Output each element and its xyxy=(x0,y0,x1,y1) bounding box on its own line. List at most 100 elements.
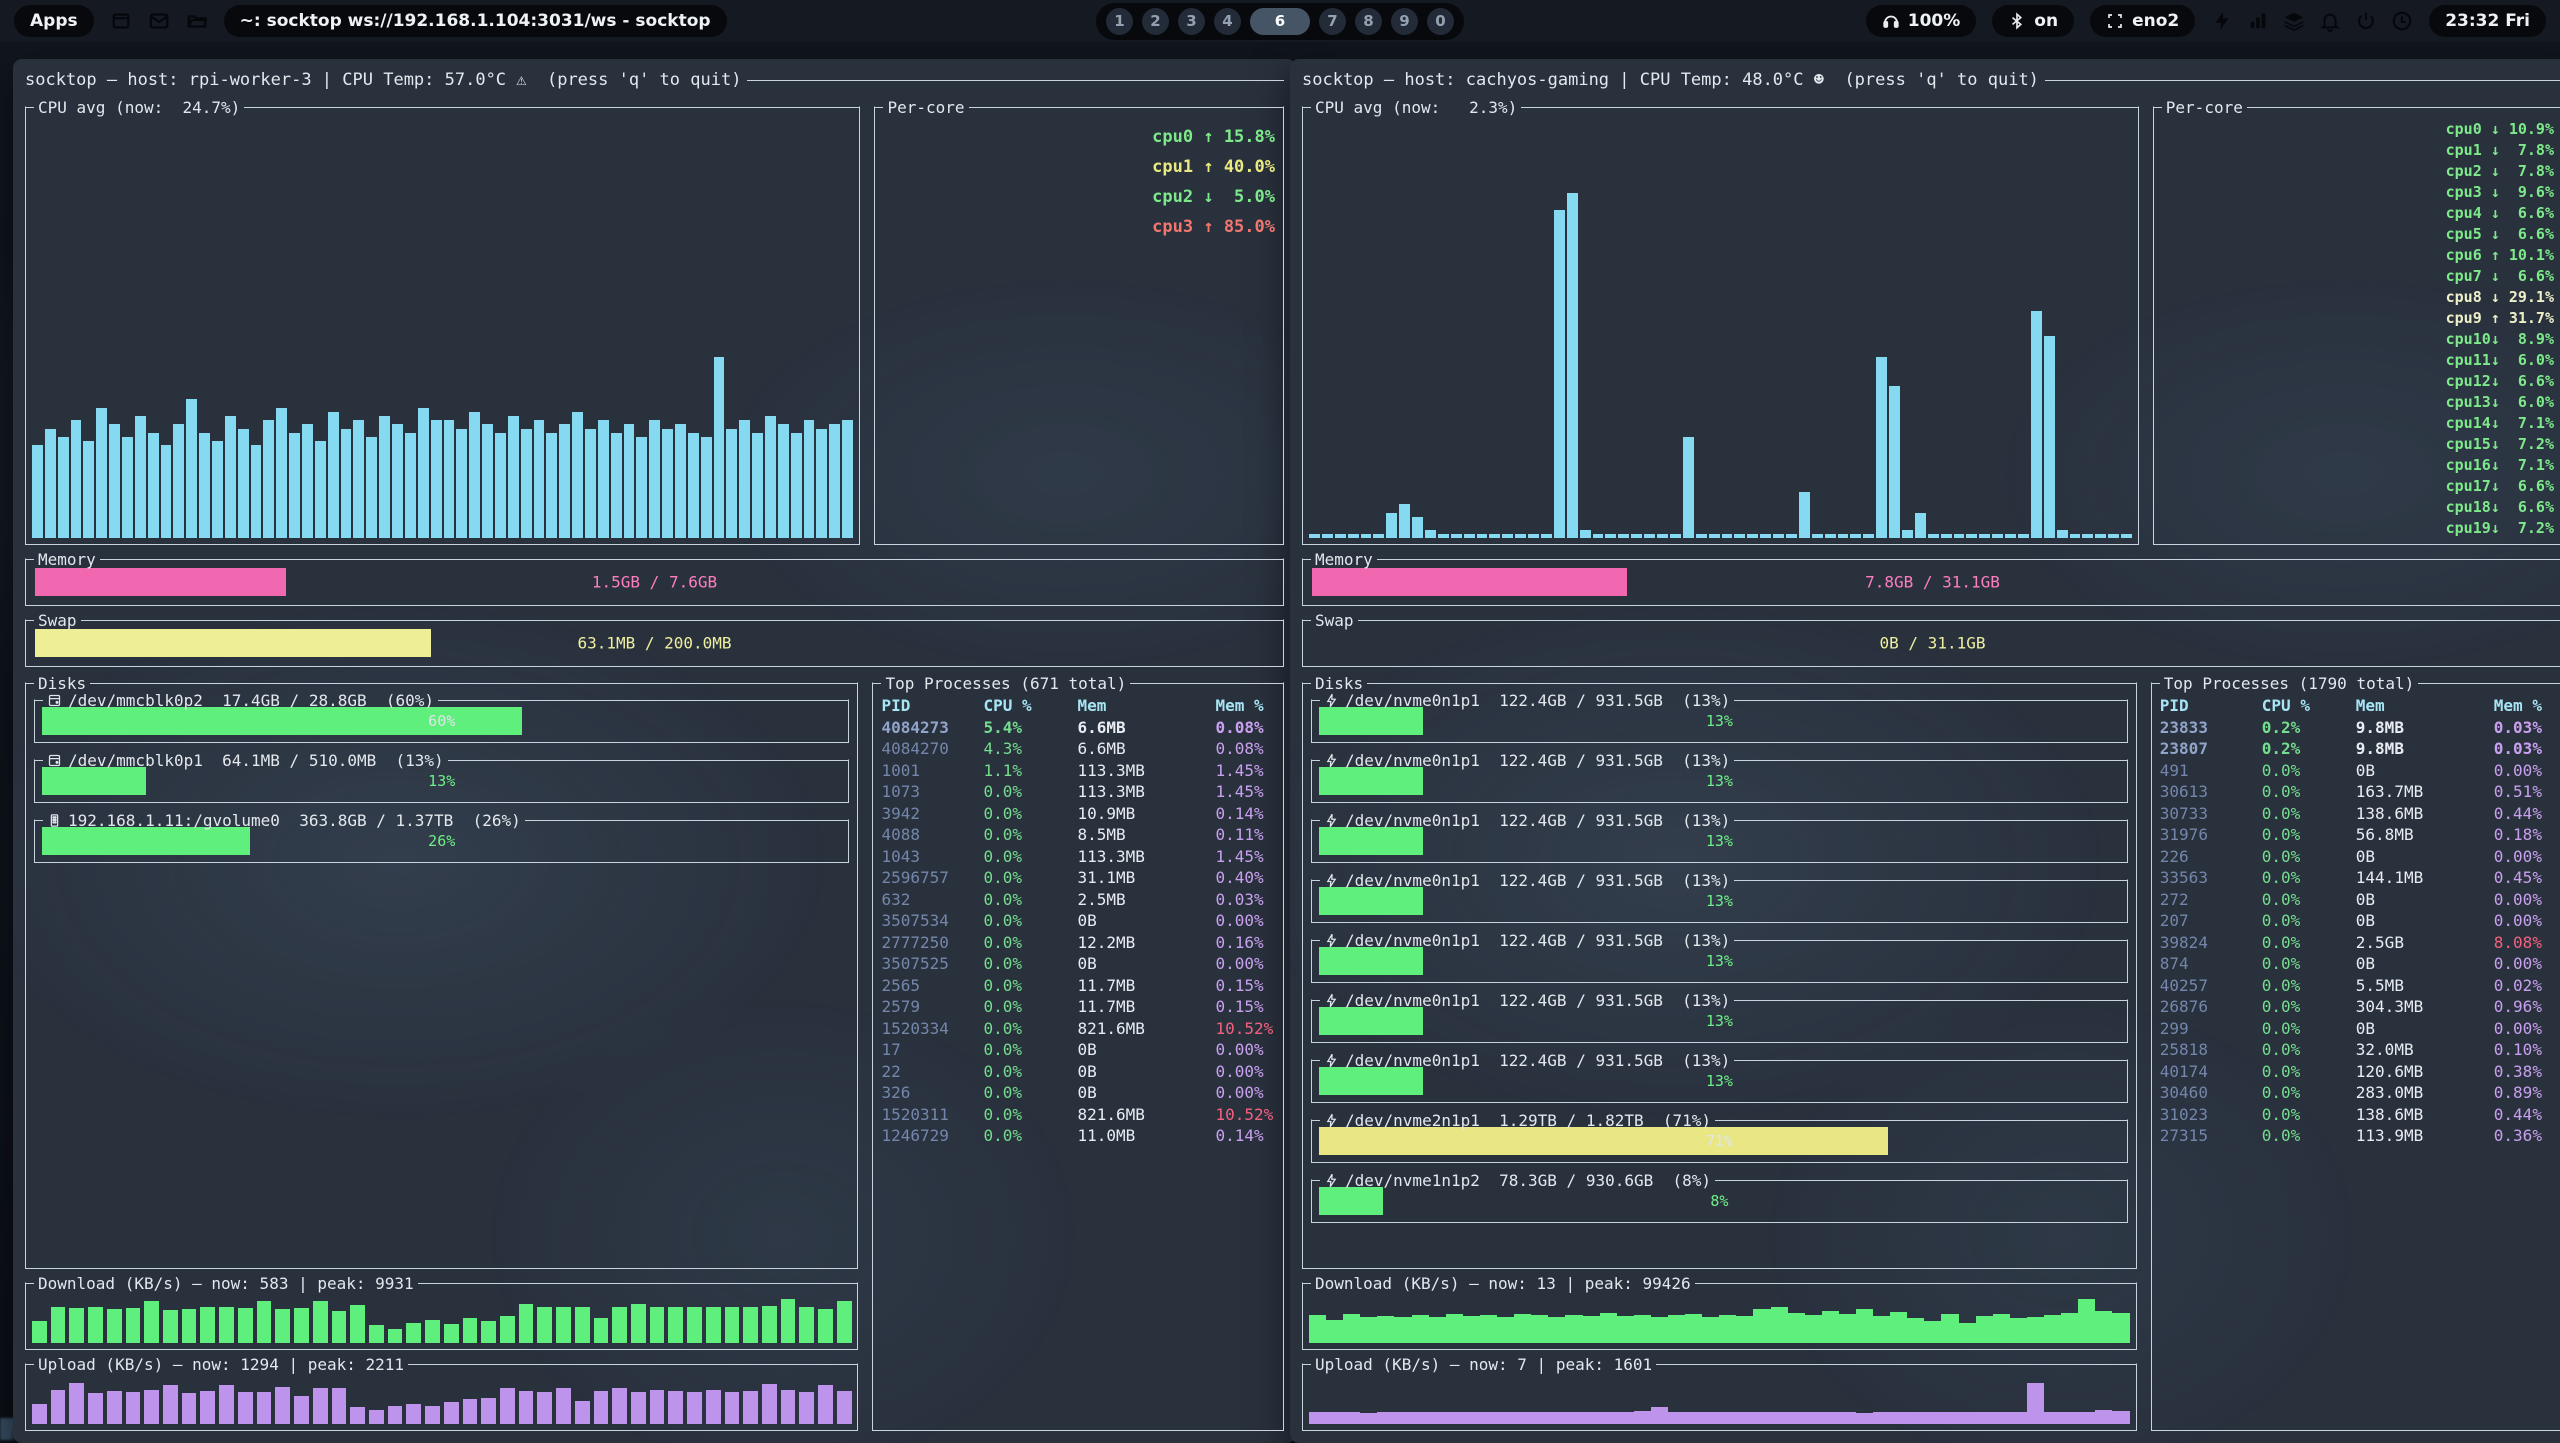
chart-bar xyxy=(799,1392,814,1424)
chart-bar xyxy=(837,1301,852,1343)
process-mem: 113.9MB xyxy=(2356,1125,2494,1147)
chart-bar xyxy=(315,441,326,538)
workspace-button-7[interactable]: 7 xyxy=(1319,8,1346,35)
chart-bar xyxy=(388,1329,403,1343)
box-title-text: Upload (KB/s) — now: 1294 | peak: 2211 xyxy=(34,1355,408,1374)
chart-bar xyxy=(1528,534,1539,538)
workspace-button-2[interactable]: 2 xyxy=(1142,8,1169,35)
core-row: cpu2 ↓ 7.8% xyxy=(2160,159,2554,180)
chart-bar xyxy=(182,1393,197,1424)
process-mem: 113.3MB xyxy=(1077,760,1215,782)
box-title-text: CPU avg (now: 2.3%) xyxy=(1311,98,1521,117)
signal-bars-icon[interactable] xyxy=(2247,10,2269,32)
power-profile-bolt-icon[interactable] xyxy=(2211,10,2233,32)
core-sparkline xyxy=(2160,312,2436,327)
core-sparkline xyxy=(2160,396,2436,411)
volume-indicator[interactable]: 100% xyxy=(1866,5,1977,37)
chart-bar xyxy=(594,1318,609,1343)
disk-percent-label: 13% xyxy=(1319,1072,2120,1090)
chart-bar xyxy=(668,1391,683,1424)
chart-bar xyxy=(2018,534,2029,538)
process-pid: 272 xyxy=(2160,889,2262,911)
chart-bar xyxy=(199,433,210,538)
chart-bar xyxy=(1788,1313,1805,1343)
workspace-button-4[interactable]: 4 xyxy=(1214,8,1241,35)
chart-bar xyxy=(575,1307,590,1343)
process-row: 40842735.4%6.6MB0.08% xyxy=(881,717,1277,739)
focused-window-title[interactable]: ~: socktop ws://192.168.1.104:3031/ws - … xyxy=(224,5,727,37)
chart-bar xyxy=(1617,1412,1634,1424)
per-core-box-label: Per-core xyxy=(2166,98,2243,117)
chart-bar xyxy=(444,420,455,538)
nvme-drive-icon xyxy=(1324,753,1339,768)
process-row: 170.0%0B0.00% xyxy=(881,1039,1277,1061)
chart-bar xyxy=(1685,1412,1702,1424)
chart-bar xyxy=(45,429,56,538)
workspace-button-3[interactable]: 3 xyxy=(1178,8,1205,35)
chart-bar xyxy=(1915,513,1926,538)
process-mem-pct: 0.18% xyxy=(2494,824,2556,846)
process-mem: 0B xyxy=(2356,1018,2494,1040)
core-label: cpu18↓ 6.6% xyxy=(2446,498,2554,516)
layers-icon[interactable] xyxy=(2283,10,2305,32)
chart-bar xyxy=(594,1391,609,1424)
clock-app-icon[interactable] xyxy=(2391,10,2413,32)
workspace-button-1[interactable]: 1 xyxy=(1106,8,1133,35)
chart-bar xyxy=(2031,311,2042,538)
chart-bar xyxy=(1668,1412,1685,1424)
mail-app-icon[interactable] xyxy=(148,10,170,32)
box-title-text: Download (KB/s) — now: 583 | peak: 9931 xyxy=(34,1274,418,1293)
power-icon[interactable] xyxy=(2355,10,2377,32)
chart-bar xyxy=(816,429,827,538)
chart-bar xyxy=(1856,1309,1873,1343)
chart-bar xyxy=(1567,193,1578,538)
chart-bar xyxy=(1976,1412,1993,1424)
process-mem-pct: 0.03% xyxy=(2494,717,2556,739)
chart-bar xyxy=(2112,1313,2129,1343)
chart-bar xyxy=(559,424,570,538)
core-sparkline xyxy=(2160,165,2436,180)
terminal-window-right[interactable]: socktop — host: cachyos-gaming | CPU Tem… xyxy=(1290,59,2560,1443)
workspace-button-8[interactable]: 8 xyxy=(1355,8,1382,35)
core-row: cpu13↓ 6.0% xyxy=(2160,390,2554,411)
notifications-bell-icon[interactable] xyxy=(2319,10,2341,32)
chart-bar xyxy=(32,1404,47,1424)
chart-bar xyxy=(1463,1316,1480,1343)
files-app-icon[interactable] xyxy=(186,10,208,32)
bluetooth-indicator[interactable]: on xyxy=(1992,5,2074,37)
chart-bar xyxy=(275,1387,290,1424)
process-row: 268760.0%304.3MB0.96% xyxy=(2160,996,2556,1018)
disk-gauge: 13% xyxy=(1319,947,2120,975)
network-drive-icon xyxy=(47,813,62,828)
chart-bar xyxy=(107,1309,122,1343)
disk-item: 192.168.1.11:/gvolume0 363.8GB / 1.37TB … xyxy=(34,819,849,863)
core-row: cpu8 ↓ 29.1% xyxy=(2160,285,2554,306)
cpu-avg-chart xyxy=(1309,117,2132,538)
chart-bar xyxy=(1890,1312,1907,1343)
workspace-button-0[interactable]: 0 xyxy=(1427,8,1454,35)
workspace-button-9[interactable]: 9 xyxy=(1391,8,1418,35)
chart-bar xyxy=(1541,534,1552,538)
window-app-icon[interactable] xyxy=(110,10,132,32)
chart-bar xyxy=(1548,1317,1565,1343)
core-sparkline xyxy=(2160,480,2436,495)
chart-bar xyxy=(2044,1412,2061,1424)
workspace-button-6[interactable]: 6 xyxy=(1250,8,1310,35)
chart-bar xyxy=(1651,1407,1668,1424)
clock-indicator[interactable]: 23:32 Fri xyxy=(2429,5,2546,37)
chart-bar xyxy=(32,445,43,538)
disk-percent-label: 13% xyxy=(1319,1012,2120,1030)
terminal-window-left[interactable]: socktop — host: rpi-worker-3 | CPU Temp:… xyxy=(13,59,1296,1443)
cpu-avg-box-label: CPU avg (now: 24.7%) xyxy=(38,98,240,117)
core-row: cpu1 ↓ 7.8% xyxy=(2160,138,2554,159)
process-pid: 2777250 xyxy=(881,932,983,954)
chart-bar xyxy=(1839,1412,1856,1424)
apps-button[interactable]: Apps xyxy=(14,5,94,37)
process-mem: 5.5MB xyxy=(2356,975,2494,997)
disk-item: /dev/nvme0n1p1 122.4GB / 931.5GB (13%)13… xyxy=(1311,699,2128,743)
memory-usage-label: 1.5GB / 7.6GB xyxy=(26,573,1283,592)
core-row: cpu5 ↓ 6.6% xyxy=(2160,222,2554,243)
network-indicator[interactable]: eno2 xyxy=(2090,5,2195,37)
chart-bar xyxy=(1565,1412,1582,1424)
chart-bar xyxy=(1685,1314,1702,1343)
